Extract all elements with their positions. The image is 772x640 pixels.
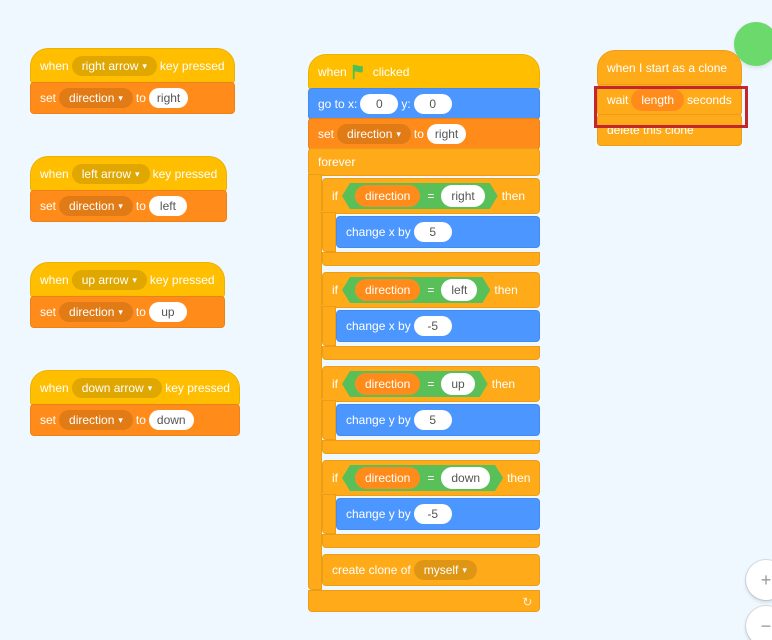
zoom-out-button[interactable]: − [746, 606, 772, 640]
input-value-right[interactable]: right [149, 88, 188, 108]
block-delete-clone[interactable]: delete this clone [597, 114, 742, 146]
hat-start-as-clone[interactable]: when I start as a clone [597, 50, 742, 86]
stack-clone[interactable]: when I start as a clone wait length seco… [597, 50, 742, 146]
dropdown-key-down[interactable]: down arrow▾ [72, 378, 163, 398]
hat-when-flag-clicked[interactable]: when clicked [308, 54, 540, 90]
input-y[interactable]: 0 [414, 94, 452, 114]
input-value-left[interactable]: left [149, 196, 187, 216]
hat-when-key-right[interactable]: when right arrow▾ key pressed [30, 48, 235, 84]
forever-body: if direction = right then change x by 5 [308, 174, 540, 590]
dropdown-key-right[interactable]: right arrow▾ [72, 56, 157, 76]
block-set-direction-up[interactable]: set direction▾ to up [30, 296, 225, 328]
block-forever[interactable]: forever if direction = right then [308, 148, 540, 612]
loop-arrow-icon: ↻ [522, 595, 532, 609]
label-key-pressed: key pressed [160, 59, 225, 73]
hat-when-key-up[interactable]: when up arrow▾ key pressed [30, 262, 225, 298]
block-create-clone[interactable]: create clone of myself▾ [322, 554, 540, 586]
plus-icon: + [761, 570, 772, 591]
operator-eq-up[interactable]: direction = up [342, 371, 488, 397]
dropdown-clone-target[interactable]: myself▾ [414, 560, 477, 580]
input-x[interactable]: 0 [360, 94, 398, 114]
minus-icon: − [761, 616, 772, 637]
block-if-up[interactable]: if direction = up then change y by 5 [322, 366, 540, 454]
block-set-direction-down[interactable]: set direction▾ to down [30, 404, 240, 436]
input-value-down[interactable]: down [149, 410, 194, 430]
forever-foot: ↻ [308, 590, 540, 612]
dropdown-variable-direction[interactable]: direction▾ [59, 88, 133, 108]
operator-eq-left[interactable]: direction = left [342, 277, 490, 303]
block-if-right[interactable]: if direction = right then change x by 5 [322, 178, 540, 266]
stack-left-arrow[interactable]: when left arrow▾ key pressed set directi… [30, 156, 227, 222]
input-value-up[interactable]: up [149, 302, 187, 322]
operator-eq-right[interactable]: direction = right [342, 183, 498, 209]
label-when: when [40, 59, 69, 73]
block-goto-xy[interactable]: go to x: 0 y: 0 [308, 88, 540, 120]
block-change-y-neg5[interactable]: change y by -5 [336, 498, 540, 530]
forever-head: forever [308, 148, 540, 176]
operator-eq-down[interactable]: direction = down [342, 465, 503, 491]
block-wait-seconds[interactable]: wait length seconds [597, 84, 742, 116]
block-if-left[interactable]: if direction = left then change x by -5 [322, 272, 540, 360]
stack-down-arrow[interactable]: when down arrow▾ key pressed set directi… [30, 370, 240, 436]
reporter-length[interactable]: length [631, 89, 684, 111]
block-change-y-5[interactable]: change y by 5 [336, 404, 540, 436]
block-if-down[interactable]: if direction = down then change y by -5 [322, 460, 540, 548]
stack-main[interactable]: when clicked go to x: 0 y: 0 set directi… [308, 54, 540, 612]
block-set-direction-left[interactable]: set direction▾ to left [30, 190, 227, 222]
dropdown-key-left[interactable]: left arrow▾ [72, 164, 150, 184]
hat-when-key-down[interactable]: when down arrow▾ key pressed [30, 370, 240, 406]
caret-icon: ▾ [142, 61, 147, 72]
zoom-in-button[interactable]: + [746, 560, 772, 600]
block-set-direction-right[interactable]: set direction▾ to right [30, 82, 235, 114]
block-change-x-5[interactable]: change x by 5 [336, 216, 540, 248]
hat-when-key-left[interactable]: when left arrow▾ key pressed [30, 156, 227, 192]
dropdown-key-up[interactable]: up arrow▾ [72, 270, 147, 290]
reporter-direction[interactable]: direction [355, 185, 420, 207]
green-flag-icon [351, 63, 369, 81]
block-set-direction-init[interactable]: set direction▾ to right [308, 118, 540, 150]
stack-right-arrow[interactable]: when right arrow▾ key pressed set direct… [30, 48, 235, 114]
block-change-x-neg5[interactable]: change x by -5 [336, 310, 540, 342]
stack-up-arrow[interactable]: when up arrow▾ key pressed set direction… [30, 262, 225, 328]
